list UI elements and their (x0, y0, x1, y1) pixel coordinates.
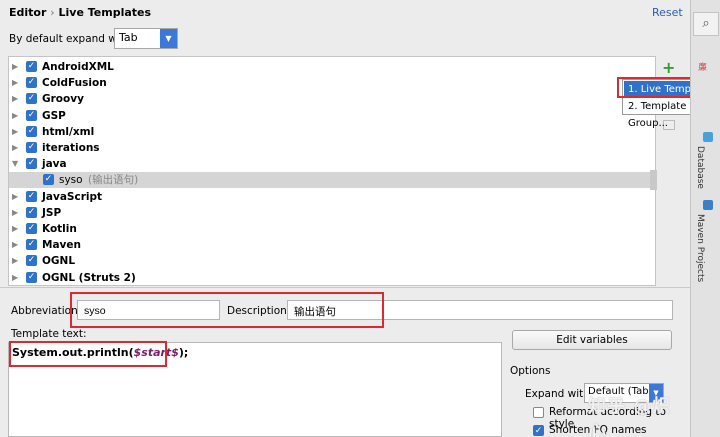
tree-group-row[interactable]: ▶ ✓ Kotlin (9, 221, 655, 237)
tree-checkbox[interactable]: ✓ (26, 239, 37, 251)
collapsed-arrow-icon[interactable]: ▶ (12, 237, 18, 253)
settings-panel: Editor › Live Templates Reset By default… (0, 0, 720, 437)
expand-with-label: Expand with (525, 388, 590, 400)
collapsed-arrow-icon[interactable]: ▶ (12, 75, 18, 91)
tree-checkbox[interactable]: ✓ (26, 77, 37, 89)
options-label: Options (510, 365, 551, 377)
highlight-template-code (9, 341, 167, 367)
tree-group-row[interactable]: ▶ ✓ OGNL (9, 253, 655, 269)
template-text-label: Template text: (11, 328, 87, 340)
reset-link[interactable]: Reset (652, 6, 683, 19)
tree-item-description: (输出语句) (88, 174, 139, 187)
tree-checkbox[interactable]: ✓ (26, 158, 37, 170)
tree-scrollbar[interactable] (650, 170, 657, 190)
tree-group-row[interactable]: ▶ ✓ JSP (9, 205, 655, 221)
tree-checkbox[interactable]: ✓ (26, 223, 37, 234)
tree-item-label: java (42, 158, 67, 171)
collapsed-arrow-icon[interactable]: ▶ (12, 189, 18, 205)
tree-checkbox[interactable]: ✓ (26, 61, 37, 72)
breadcrumb: Editor › Live Templates (9, 6, 151, 19)
highlight-abbreviation (70, 292, 384, 328)
template-code-suffix: ); (178, 346, 189, 359)
tree-item-label: Groovy (42, 93, 84, 106)
tree-checkbox[interactable]: ✓ (26, 255, 37, 267)
default-expand-select[interactable]: Tab ▼ (114, 28, 178, 49)
collapsed-arrow-icon[interactable]: ▶ (12, 124, 18, 140)
search-icon[interactable]: ⌕ (693, 12, 719, 36)
tree-item-label: JavaScript (42, 190, 103, 203)
tree-group-row[interactable]: ▶ ✓ OGNL (Struts 2) (9, 270, 655, 285)
template-tree[interactable]: ▶ ✓ AndroidXML ▶ ✓ ColdFusion ▶ ✓ Groovy ▶ ✓ GSP ▶ ✓ h… (8, 56, 656, 286)
tree-group-row[interactable]: ▶ ✓ Maven (9, 237, 655, 253)
tree-group-row[interactable]: ▶ ✓ Groovy (9, 91, 655, 107)
tree-item-label: AndroidXML (42, 61, 114, 73)
add-icon[interactable]: + (662, 58, 675, 77)
strip-tab-top[interactable]: 亷 (695, 62, 708, 71)
collapsed-arrow-icon[interactable]: ▶ (12, 205, 18, 221)
tree-checkbox[interactable]: ✓ (26, 125, 37, 137)
maven-icon (703, 200, 713, 210)
tree-checkbox[interactable]: ✓ (26, 271, 37, 283)
tree-group-row[interactable]: ▶ ✓ GSP (9, 108, 655, 124)
default-expand-label: By default expand with (9, 33, 131, 45)
tree-item-label: JSP (42, 206, 62, 219)
tree-child-row[interactable]: ✓ syso (输出语句) (9, 172, 655, 189)
tree-item-label: Maven (42, 239, 81, 252)
collapsed-arrow-icon[interactable]: ▶ (12, 140, 18, 156)
tree-item-label: Kotlin (42, 223, 77, 235)
watermark: 知乎 @炽心 (588, 396, 672, 437)
collapsed-arrow-icon[interactable]: ▶ (12, 253, 18, 269)
tree-item-label: OGNL (Struts 2) (42, 271, 136, 284)
tree-group-row[interactable]: ▶ ✓ iterations (9, 140, 655, 156)
reformat-checkbox[interactable] (533, 407, 544, 418)
tree-item-label: syso (59, 174, 83, 187)
tree-group-row[interactable]: ▶ ✓ html/xml (9, 124, 655, 140)
expanded-arrow-icon[interactable]: ▼ (12, 156, 18, 172)
tree-item-label: OGNL (42, 255, 76, 268)
tree-checkbox[interactable]: ✓ (26, 109, 37, 121)
collapsed-arrow-icon[interactable]: ▶ (12, 59, 18, 75)
tree-item-label: iterations (42, 142, 100, 154)
splitter[interactable] (0, 287, 690, 288)
tree-group-row[interactable]: ▼ ✓ java (9, 156, 655, 172)
breadcrumb-separator: › (50, 6, 55, 19)
tree-checkbox[interactable]: ✓ (43, 174, 54, 186)
chevron-down-icon: ▼ (160, 29, 177, 48)
maven-projects-tab[interactable]: Maven Projects (695, 214, 705, 282)
tree-checkbox[interactable]: ✓ (26, 93, 37, 105)
tree-item-label: GSP (42, 109, 66, 122)
tree-item-label: html/xml (42, 125, 95, 138)
tree-checkbox[interactable]: ✓ (26, 206, 37, 218)
tree-group-row[interactable]: ▶ ✓ ColdFusion (9, 75, 655, 91)
tree-group-row[interactable]: ▶ ✓ JavaScript (9, 189, 655, 205)
shorten-fq-checkbox[interactable]: ✓ (533, 425, 544, 436)
collapsed-arrow-icon[interactable]: ▶ (12, 270, 18, 285)
tree-checkbox[interactable]: ✓ (26, 190, 37, 202)
edit-variables-button[interactable]: Edit variables (512, 330, 672, 350)
database-tab[interactable]: Database (695, 146, 705, 189)
database-icon (703, 132, 713, 142)
collapsed-arrow-icon[interactable]: ▶ (12, 221, 18, 237)
tree-item-label: ColdFusion (42, 77, 107, 90)
tree-group-row[interactable]: ▶ ✓ AndroidXML (9, 59, 655, 75)
breadcrumb-parent: Editor (9, 6, 47, 19)
tree-checkbox[interactable]: ✓ (26, 142, 37, 153)
right-tool-strip: ⌕ 亷 Database Maven Projects (690, 0, 720, 437)
breadcrumb-current: Live Templates (58, 6, 152, 19)
collapsed-arrow-icon[interactable]: ▶ (12, 91, 18, 107)
collapsed-arrow-icon[interactable]: ▶ (12, 108, 18, 124)
default-expand-value: Tab (119, 31, 138, 44)
